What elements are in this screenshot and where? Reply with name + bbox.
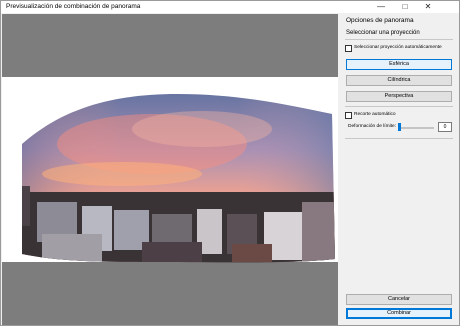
separator xyxy=(345,39,453,40)
merge-button[interactable]: Combinar xyxy=(346,308,452,319)
separator xyxy=(345,138,453,139)
close-icon: ✕ xyxy=(424,2,432,11)
projection-perspective-button[interactable]: Perspectiva xyxy=(346,91,452,102)
minimize-icon: — xyxy=(377,2,385,11)
boundary-warp-slider-track[interactable] xyxy=(398,127,434,129)
boundary-warp-value-field[interactable]: 0 xyxy=(438,122,452,132)
boundary-warp-slider-thumb[interactable] xyxy=(398,123,401,131)
panorama-preview-area xyxy=(2,14,338,325)
auto-crop-label: Recorte automático xyxy=(354,112,396,117)
maximize-icon: □ xyxy=(402,2,408,11)
auto-projection-label: Seleccionar proyección automáticamente xyxy=(354,45,442,50)
panorama-image xyxy=(22,94,335,263)
maximize-button[interactable]: □ xyxy=(394,1,416,13)
title-bar: Previsualización de combinación de panor… xyxy=(1,1,459,13)
projection-cylindrical-button[interactable]: Cilíndrica xyxy=(346,75,452,86)
projection-heading: Seleccionar una proyección xyxy=(346,30,420,36)
cancel-button[interactable]: Cancelar xyxy=(346,294,452,305)
close-button[interactable]: ✕ xyxy=(417,1,439,13)
panorama-merge-dialog: Previsualización de combinación de panor… xyxy=(0,0,460,326)
window-title: Previsualización de combinación de panor… xyxy=(6,3,141,10)
auto-projection-checkbox[interactable] xyxy=(345,45,352,52)
projection-spherical-button[interactable]: Esférica xyxy=(346,59,452,70)
panorama-options-panel: Opciones de panorama Seleccionar una pro… xyxy=(340,14,459,325)
panel-title: Opciones de panorama xyxy=(346,17,414,24)
minimize-button[interactable]: — xyxy=(370,1,392,13)
boundary-warp-label: Deformación de límite: xyxy=(348,124,396,129)
separator xyxy=(345,106,453,107)
auto-crop-checkbox[interactable] xyxy=(345,112,352,119)
